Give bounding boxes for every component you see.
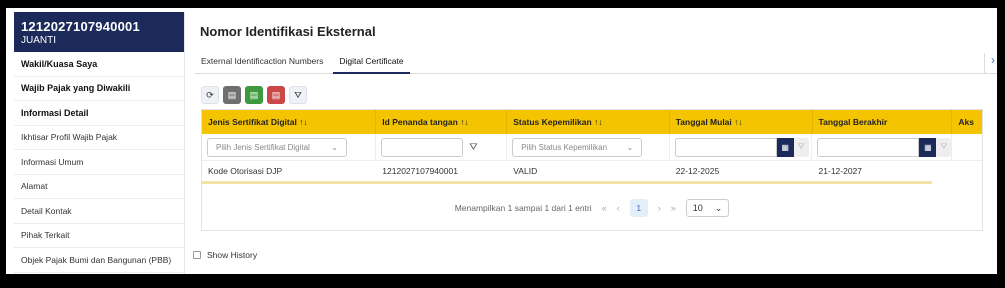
col-tanggal-berakhir[interactable]: Tanggal Berakhir bbox=[813, 110, 953, 134]
clear-filter-icon[interactable]: ⛛ bbox=[936, 137, 952, 157]
jenis-sertifikat-select[interactable]: Pilih Jenis Sertifikat Digital ⌄ bbox=[207, 137, 347, 157]
filter-clear-icon[interactable]: ⛛ bbox=[289, 86, 307, 104]
cell-status: VALID bbox=[513, 166, 538, 176]
pagination-summary: Menampilkan 1 sampai 1 dari 1 entri bbox=[454, 203, 592, 213]
tab-bar: External Identificaction Numbers Digital… bbox=[195, 48, 997, 74]
data-table: Jenis Sertifikat Digital ↑↓ Id Penanda t… bbox=[201, 109, 983, 231]
sidebar-item[interactable]: Klasifikasi Lapangan Usaha (KLU) bbox=[14, 273, 184, 275]
status-kepemilikan-select[interactable]: Pilih Status Kepemilikan ⌄ bbox=[512, 137, 643, 157]
tanggal-mulai-datepicker[interactable]: ▦ ⛛ bbox=[674, 137, 809, 157]
col-id-penanda-tangan[interactable]: Id Penanda tangan ↑↓ bbox=[376, 110, 508, 134]
filter-cell: ▦ ⛛ bbox=[812, 134, 953, 160]
sidebar-item[interactable]: Alamat bbox=[14, 175, 184, 199]
calendar-icon[interactable]: ▦ bbox=[919, 137, 937, 157]
table-header: Jenis Sertifikat Digital ↑↓ Id Penanda t… bbox=[202, 110, 982, 134]
clear-filter-icon[interactable]: ⛛ bbox=[793, 137, 809, 157]
page-button-current[interactable]: 1 bbox=[629, 199, 648, 217]
sidebar-item[interactable]: Informasi Detail bbox=[14, 101, 184, 126]
taxpayer-name: JUANTI bbox=[21, 35, 56, 46]
sidebar: 1212027107940001 JUANTI Wakil/Kuasa Saya… bbox=[14, 12, 185, 274]
excel-icon[interactable]: ▤ bbox=[245, 86, 263, 104]
chevron-right-icon[interactable]: › bbox=[984, 53, 995, 73]
refresh-icon[interactable]: ⟳ bbox=[201, 86, 219, 104]
sidebar-item[interactable]: Objek Pajak Bumi dan Bangunan (PBB) bbox=[14, 248, 184, 273]
pdf-icon[interactable]: ▤ bbox=[267, 86, 285, 104]
pagination: Menampilkan 1 sampai 1 dari 1 entri « ‹ … bbox=[202, 199, 982, 217]
cell-tanggal-mulai: 22-12-2025 bbox=[675, 166, 720, 176]
app-window: 1212027107940001 JUANTI Wakil/Kuasa Saya… bbox=[6, 8, 997, 274]
filter-cell: Pilih Jenis Sertifikat Digital ⌄ bbox=[202, 134, 377, 160]
filter-cell: ⛛ bbox=[376, 134, 508, 160]
sidebar-item[interactable]: Pihak Terkait bbox=[14, 224, 184, 248]
first-page-button[interactable]: « bbox=[602, 203, 607, 213]
chevron-down-icon: ⌄ bbox=[714, 202, 723, 213]
tanggal-berakhir-input[interactable] bbox=[817, 137, 920, 157]
prev-page-button[interactable]: ‹ bbox=[617, 203, 620, 213]
npwp-number: 1212027107940001 bbox=[21, 19, 140, 34]
tab-digital-certificate[interactable]: Digital Certificate bbox=[333, 48, 410, 74]
cell-id: 1212027107940001 bbox=[382, 166, 458, 176]
chevron-down-icon: ⌄ bbox=[626, 142, 634, 152]
filter-icon[interactable]: ⛛ bbox=[469, 142, 477, 153]
id-penanda-tangan-input[interactable] bbox=[381, 137, 464, 157]
sidebar-item[interactable]: Detail Kontak bbox=[14, 199, 184, 224]
rows-per-page-select[interactable]: 10 ⌄ bbox=[685, 199, 730, 217]
show-history[interactable]: Show History bbox=[193, 250, 257, 260]
cell-jenis: Kode Otorisasi DJP bbox=[208, 166, 283, 176]
tanggal-mulai-input[interactable] bbox=[674, 137, 777, 157]
sidebar-menu: Wakil/Kuasa Saya Wajib Pajak yang Diwakil… bbox=[14, 52, 184, 274]
file-icon[interactable]: ▤ bbox=[223, 86, 241, 104]
cell-tanggal-berakhir: 21-12-2027 bbox=[818, 166, 863, 176]
next-page-button[interactable]: › bbox=[658, 203, 661, 213]
page-title: Nomor Identifikasi Eksternal bbox=[200, 24, 376, 39]
cell-aksi bbox=[952, 161, 982, 181]
tab-external-identification-numbers[interactable]: External Identificaction Numbers bbox=[195, 48, 329, 74]
filter-cell: ▦ ⛛ bbox=[670, 134, 813, 160]
rows-per-page-value: 10 bbox=[692, 203, 703, 213]
sidebar-item[interactable]: Wakil/Kuasa Saya bbox=[14, 52, 184, 77]
main-content: Nomor Identifikasi Eksternal External Id… bbox=[185, 8, 997, 274]
sidebar-item[interactable]: Informasi Umum bbox=[14, 150, 184, 175]
tanggal-berakhir-datepicker[interactable]: ▦ ⛛ bbox=[817, 137, 952, 157]
profile-header: 1212027107940001 JUANTI bbox=[14, 12, 184, 52]
sidebar-item[interactable]: Ikhtisar Profil Wajib Pajak bbox=[14, 126, 184, 150]
show-history-checkbox[interactable] bbox=[193, 251, 201, 259]
show-history-label: Show History bbox=[207, 250, 258, 260]
horizontal-scrollbar[interactable] bbox=[202, 181, 932, 184]
filter-row: Pilih Jenis Sertifikat Digital ⌄ ⛛ Pilih… bbox=[202, 134, 982, 161]
calendar-icon[interactable]: ▦ bbox=[776, 137, 794, 157]
filter-cell: Pilih Status Kepemilikan ⌄ bbox=[507, 134, 670, 160]
col-aksi[interactable]: Aks bbox=[952, 110, 982, 134]
filter-cell bbox=[952, 134, 982, 160]
col-jenis-sertifikat[interactable]: Jenis Sertifikat Digital ↑↓ bbox=[202, 110, 377, 134]
status-kepemilikan-placeholder: Pilih Status Kepemilikan bbox=[521, 142, 608, 152]
col-tanggal-mulai[interactable]: Tanggal Mulai ↑↓ bbox=[670, 110, 813, 134]
chevron-down-icon: ⌄ bbox=[331, 142, 338, 152]
col-status-kepemilikan[interactable]: Status Kepemilikan ↑↓ bbox=[507, 110, 670, 134]
toolbar: ⟳ ▤ ▤ ▤ ⛛ bbox=[201, 86, 307, 104]
jenis-sertifikat-placeholder: Pilih Jenis Sertifikat Digital bbox=[216, 142, 310, 152]
sidebar-item[interactable]: Wajib Pajak yang Diwakili bbox=[14, 77, 184, 101]
table-row[interactable]: Kode Otorisasi DJP 1212027107940001 VALI… bbox=[202, 161, 982, 181]
last-page-button[interactable]: » bbox=[671, 203, 676, 213]
